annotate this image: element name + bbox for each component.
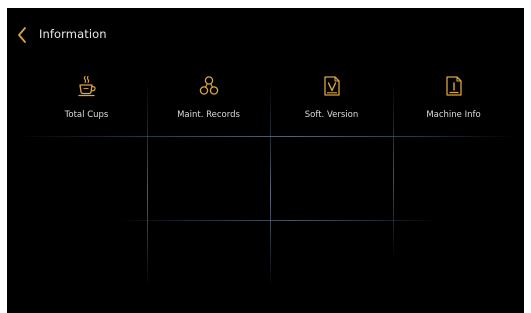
header-bar: Information <box>7 8 524 48</box>
tile-total-cups[interactable]: Total Cups <box>26 72 147 134</box>
grid-divider <box>17 136 513 137</box>
tile-label: Total Cups <box>64 110 109 120</box>
tile-label: Machine Info <box>426 110 481 120</box>
page-title: Information <box>39 27 107 41</box>
coffee-cup-icon <box>77 75 96 97</box>
machine-info-icon <box>445 76 462 96</box>
back-button[interactable] <box>15 25 29 45</box>
maintenance-records-icon <box>199 76 218 95</box>
software-version-icon <box>323 76 340 96</box>
tile-label: Soft. Version <box>304 110 359 120</box>
grid-divider <box>117 220 437 221</box>
information-screen: Information Total Cups Maint. Records So… <box>7 8 524 313</box>
tile-label: Maint. Records <box>177 110 240 120</box>
tile-soft-version[interactable]: Soft. Version <box>271 72 392 134</box>
tile-maint-records[interactable]: Maint. Records <box>148 72 269 134</box>
tile-machine-info[interactable]: Machine Info <box>393 72 514 134</box>
